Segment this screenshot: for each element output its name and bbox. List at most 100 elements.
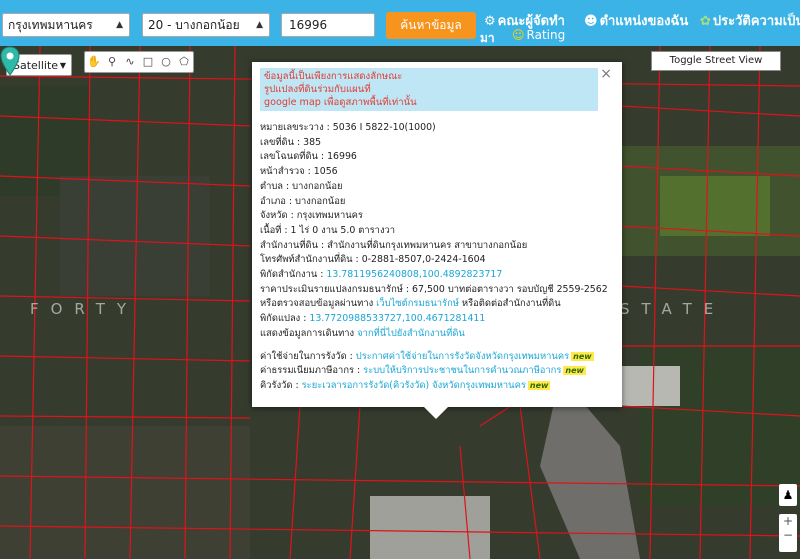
- my-location-link[interactable]: ☻ ตำแหน่งของฉัน: [584, 10, 688, 31]
- circle-icon[interactable]: ○: [157, 52, 175, 72]
- toggle-street-view-button[interactable]: Toggle Street View: [651, 51, 781, 71]
- field-label: เนื้อที่ :: [260, 224, 291, 236]
- field-map-sheet: หมายเลขระวาง : 5036 I 5822-10(1000): [260, 121, 614, 136]
- parcel-info-window: × ข้อมูลนี้เป็นเพียงการแสดงลักษณะ รูปแปล…: [252, 62, 622, 419]
- field-value: 1056: [313, 166, 338, 178]
- watermark-left: FORTY: [30, 300, 139, 318]
- field-value: บางกอกน้อย: [292, 180, 343, 192]
- survey-fee-link[interactable]: ประกาศค่าใช้จ่ายในการรังวัดจังหวัดกรุงเท…: [356, 351, 569, 362]
- history-link[interactable]: ✿ ประวัติความเป็น: [700, 10, 800, 31]
- new-badge: new: [571, 351, 594, 361]
- office-coord-link[interactable]: 13.7811956240808,100.4892823717: [326, 269, 502, 280]
- chevron-down-icon: ▲: [116, 20, 123, 30]
- province-select-value: กรุงเทพมหานคร: [8, 18, 93, 32]
- field-label: พิกัดสำนักงาน :: [260, 269, 327, 281]
- verify-text: หรือตรวจสอบข้อมูลผ่านทาง: [260, 298, 377, 310]
- rating-label: Rating: [526, 28, 566, 42]
- field-label: สำนักงานที่ดิน :: [260, 239, 328, 251]
- new-badge: new: [527, 380, 551, 390]
- field-province: จังหวัด : กรุงเทพมหานคร: [260, 209, 614, 224]
- new-badge: new: [563, 366, 586, 376]
- close-icon[interactable]: ×: [600, 66, 612, 82]
- watermark-right: STATE: [620, 300, 726, 318]
- hand-icon[interactable]: ✋: [85, 52, 103, 72]
- field-price: ราคาประเมินรายแปลงกรมธนารักษ์ : 67,500 บ…: [260, 283, 608, 295]
- location-pin-icon[interactable]: [0, 46, 20, 76]
- pegman-icon[interactable]: ♟: [779, 484, 797, 506]
- field-label: จังหวัด :: [260, 210, 297, 222]
- treasury-website-link[interactable]: เว็บไซต์กรมธนารักษ์: [376, 298, 459, 309]
- parcel-coord-link[interactable]: 13.7720988533727,100.4671281411: [309, 313, 485, 324]
- field-land-office: สำนักงานที่ดิน : สำนักงานที่ดินกรุงเทพมห…: [260, 239, 614, 254]
- field-label: พิกัดแปลง :: [260, 313, 310, 325]
- my-location-label: ตำแหน่งของฉัน: [599, 14, 689, 29]
- field-parcel-coord: พิกัดแปลง : 13.7720988533727,100.4671281…: [260, 312, 614, 327]
- district-select[interactable]: 20 - บางกอกน้อย ▲: [142, 13, 270, 37]
- field-tax-fee: ค่าธรรมเนียมภาษีอากร : ระบบให้บริการประช…: [260, 364, 614, 379]
- deed-number-value: 16996: [289, 18, 328, 32]
- field-label: อำเภอ :: [260, 195, 296, 207]
- tax-calc-link[interactable]: ระบบให้บริการประชาชนในการคำนวณภาษีอากร: [363, 365, 561, 376]
- field-survey-page: หน้าสำรวจ : 1056: [260, 165, 614, 180]
- verify-text: หรือติดต่อสำนักงานที่ดิน: [458, 298, 561, 310]
- field-area: เนื้อที่ : 1 ไร่ 0 งาน 5.0 ตารางวา: [260, 224, 614, 239]
- notice-box: ข้อมูลนี้เป็นเพียงการแสดงลักษณะ รูปแปลงท…: [260, 68, 598, 111]
- field-value: สำนักงานที่ดินกรุงเทพมหานคร สาขาบางกอกน้…: [327, 239, 528, 251]
- field-label: เลขโฉนดที่ดิน :: [260, 151, 328, 163]
- field-survey-queue: คิวรังวัด : ระยะเวลารอการรังวัด(คิวรังวั…: [260, 379, 614, 394]
- field-value: กรุงเทพมหานคร: [296, 210, 363, 222]
- zoom-in-button[interactable]: +: [779, 514, 797, 528]
- field-label: ตำบล :: [260, 180, 293, 192]
- field-district: อำเภอ : บางกอกน้อย: [260, 195, 614, 210]
- field-office-phone: โทรศัพท์สำนักงานที่ดิน : 0-2881-8507,0-2…: [260, 253, 614, 268]
- field-label: หน้าสำรวจ :: [260, 166, 314, 178]
- route-text: แสดงข้อมูลการเดินทาง: [260, 327, 358, 339]
- organizers-label: คณะผู้จัดทำ: [497, 14, 565, 29]
- zoom-control: + −: [779, 514, 797, 552]
- field-route: แสดงข้อมูลการเดินทาง จากที่นี่ไปยังสำนัก…: [260, 327, 614, 342]
- chevron-down-icon: ▲: [256, 20, 263, 30]
- field-label: ค่าธรรมเนียมภาษีอากร :: [260, 365, 364, 377]
- notice-line: google map เพื่อดูสภาพพื้นที่เท่านั้น: [264, 97, 417, 108]
- rectangle-icon[interactable]: □: [139, 52, 157, 72]
- field-survey-fee: ค่าใช้จ่ายในการรังวัด : ประกาศค่าใช้จ่าย…: [260, 350, 614, 365]
- field-label: โทรศัพท์สำนักงานที่ดิน :: [260, 254, 362, 266]
- organizer-icon: ⚙: [484, 14, 496, 29]
- notice-line: ข้อมูลนี้เป็นเพียงการแสดงลักษณะ: [264, 71, 403, 82]
- route-link[interactable]: จากที่นี่ไปยังสำนักงานที่ดิน: [357, 328, 465, 339]
- chevron-down-icon: ▼: [59, 61, 66, 70]
- field-label: หมายเลขระวาง :: [260, 122, 333, 133]
- marker-icon[interactable]: ⚲: [103, 52, 121, 72]
- field-land-number: เลขที่ดิน : 385: [260, 136, 614, 151]
- field-deed-number: เลขโฉนดที่ดิน : 16996: [260, 150, 614, 165]
- field-verify: หรือตรวจสอบข้อมูลผ่านทาง เว็บไซต์กรมธนาร…: [260, 297, 614, 312]
- field-label: ค่าใช้จ่ายในการรังวัด :: [260, 350, 356, 362]
- field-value: 16996: [327, 151, 357, 163]
- field-office-coord: พิกัดสำนักงาน : 13.7811956240808,100.489…: [260, 268, 614, 283]
- polygon-icon[interactable]: ⬠: [175, 52, 193, 72]
- province-select[interactable]: กรุงเทพมหานคร ▲: [2, 13, 130, 37]
- district-select-value: 20 - บางกอกน้อย: [148, 18, 240, 32]
- plant-icon: ✿: [700, 14, 711, 29]
- history-link-cont[interactable]: มา: [480, 29, 495, 46]
- notice-line: รูปแปลงที่ดินร่วมกับแผนที่: [264, 84, 371, 95]
- rating-link[interactable]: ☺ Rating: [512, 28, 565, 42]
- field-value: 0-2881-8507,0-2424-1604: [361, 254, 486, 266]
- person-icon: ☻: [584, 14, 598, 29]
- top-toolbar: กรุงเทพมหานคร ▲ 20 - บางกอกน้อย ▲ 16996 …: [0, 0, 800, 46]
- field-label: คิวรังวัด :: [260, 379, 302, 391]
- deed-number-input[interactable]: 16996: [281, 13, 375, 37]
- zoom-out-button[interactable]: −: [779, 528, 797, 542]
- field-value: 1 ไร่ 0 งาน 5.0 ตารางวา: [290, 224, 396, 236]
- smiley-icon: ☺: [512, 28, 525, 42]
- polyline-icon[interactable]: ∿: [121, 52, 139, 72]
- drawing-toolbar: ✋ ⚲ ∿ □ ○ ⬠: [84, 51, 194, 73]
- survey-queue-link[interactable]: ระยะเวลารอการรังวัด(คิวรังวัด) จังหวัดกร…: [302, 380, 526, 391]
- field-value: 5036 I 5822-10(1000): [332, 122, 436, 133]
- history-label: ประวัติความเป็น: [712, 14, 800, 29]
- field-value: บางกอกน้อย: [295, 195, 346, 207]
- search-button[interactable]: ค้นหาข้อมูล: [386, 12, 476, 39]
- field-subdistrict: ตำบล : บางกอกน้อย: [260, 180, 614, 195]
- field-label: เลขที่ดิน :: [260, 136, 304, 148]
- field-value: 385: [303, 136, 322, 148]
